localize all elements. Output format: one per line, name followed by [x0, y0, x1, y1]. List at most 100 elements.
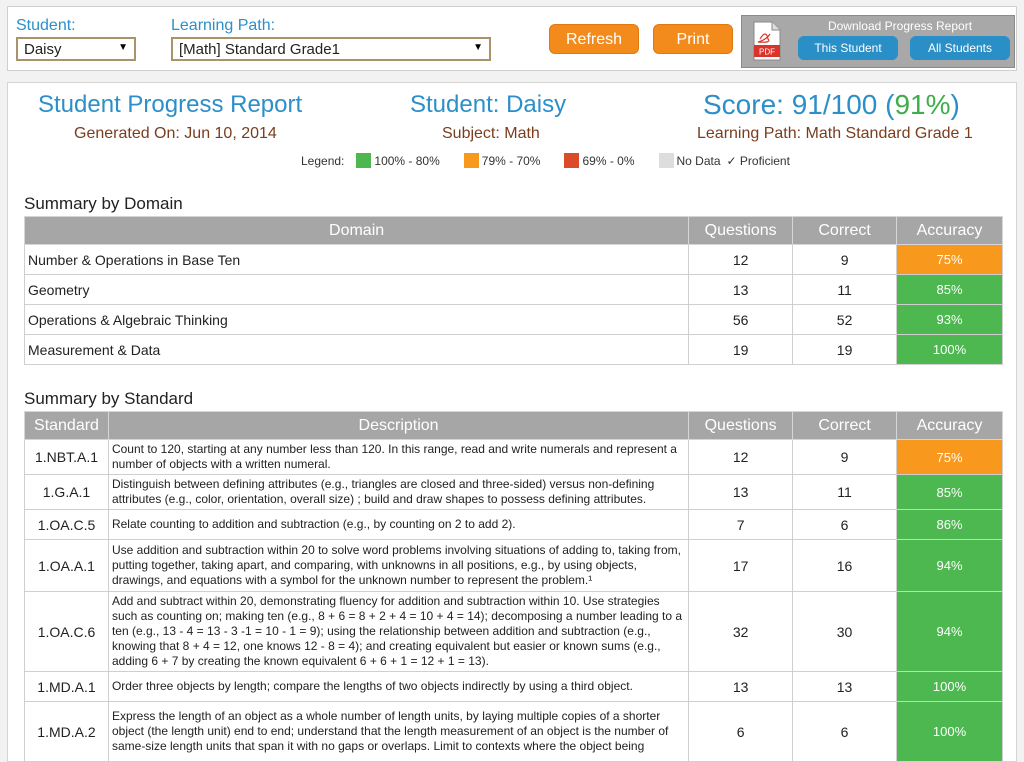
questions-cell: 13: [688, 671, 794, 702]
domain-table-header: Domain Questions Correct Accuracy: [23, 216, 1003, 245]
domain-name: Number & Operations in Base Ten: [23, 244, 690, 275]
student-heading: Student: Daisy: [410, 91, 567, 118]
domain-table: Domain Questions Correct Accuracy Number…: [23, 216, 1003, 365]
download-all-students-button[interactable]: All Students: [910, 36, 1010, 60]
legend-item-label: 79% - 70%: [481, 153, 541, 168]
standard-code: 1.MD.A.2: [24, 701, 109, 762]
questions-cell: 17: [688, 539, 794, 592]
correct-cell: 6: [792, 509, 898, 540]
column-header[interactable]: Standard: [24, 411, 109, 440]
column-header[interactable]: Accuracy: [896, 216, 1003, 245]
legend-swatch-green: [356, 153, 372, 168]
accuracy-cell: 94%: [896, 591, 1003, 672]
student-label: Student:: [16, 17, 76, 34]
standard-description: Use addition and subtraction within 20 t…: [107, 539, 690, 592]
report-title: Student Progress Report: [38, 91, 303, 118]
legend-item-label: 69% - 0%: [582, 153, 635, 168]
questions-cell: 32: [688, 591, 794, 672]
domain-row: Number & Operations in Base Ten 12 9 75%: [23, 244, 1003, 275]
standard-code: 1.OA.C.5: [24, 509, 109, 540]
learning-path-select[interactable]: [Math] Standard Grade1 ▼: [171, 37, 491, 61]
standard-description: Add and subtract within 20, demonstratin…: [107, 591, 690, 672]
report-panel: Student Progress Report Generated On: Ju…: [7, 82, 1017, 762]
domain-name: Geometry: [23, 274, 690, 305]
standard-row: 1.MD.A.2 Express the length of an object …: [24, 701, 1003, 762]
domain-section-title: Summary by Domain: [24, 194, 183, 213]
domain-row: Measurement & Data 19 19 100%: [23, 334, 1003, 365]
legend-item: 69% - 0%: [564, 153, 635, 168]
accuracy-cell: 85%: [896, 474, 1003, 510]
accuracy-cell: 94%: [896, 539, 1003, 592]
download-report-panel: PDF Download Progress Report This Studen…: [741, 15, 1015, 68]
student-select-value: Daisy: [24, 41, 62, 58]
correct-cell: 11: [792, 474, 898, 510]
standard-code: 1.NBT.A.1: [24, 439, 109, 475]
questions-cell: 13: [688, 474, 794, 510]
print-button[interactable]: Print: [653, 24, 733, 54]
questions-cell: 56: [688, 304, 794, 335]
download-title: Download Progress Report: [827, 19, 973, 33]
correct-cell: 11: [792, 274, 898, 305]
standard-description: Express the length of an object as a who…: [107, 701, 690, 762]
standard-row: 1.OA.A.1 Use addition and subtraction wit…: [24, 539, 1003, 592]
standard-section-title: Summary by Standard: [24, 389, 194, 408]
legend-item: 100% - 80%: [356, 153, 440, 168]
accuracy-cell: 93%: [896, 304, 1003, 335]
accuracy-cell: 75%: [896, 439, 1003, 475]
refresh-button[interactable]: Refresh: [549, 24, 639, 54]
legend-swatch-red: [564, 153, 580, 168]
legend-item-label: No Data: [676, 153, 721, 168]
questions-cell: 7: [688, 509, 794, 540]
student-select[interactable]: Daisy ▼: [16, 37, 136, 61]
questions-cell: 6: [688, 701, 794, 762]
correct-cell: 19: [792, 334, 898, 365]
domain-row: Operations & Algebraic Thinking 56 52 93%: [23, 304, 1003, 335]
standard-description: Relate counting to addition and subtract…: [107, 509, 690, 540]
learning-path-label: Learning Path:: [171, 17, 276, 34]
column-header[interactable]: Accuracy: [896, 411, 1003, 440]
standard-description: Order three objects by length; compare t…: [107, 671, 690, 702]
standard-row: 1.OA.C.6 Add and subtract within 20, demo…: [24, 591, 1003, 672]
legend-swatch-gray: [658, 153, 674, 168]
accuracy-cell: 100%: [896, 671, 1003, 702]
dropdown-arrow-icon: ▼: [473, 42, 483, 53]
legend-item: 79% - 70%: [463, 153, 541, 168]
generated-on: Generated On: Jun 10, 2014: [74, 125, 277, 142]
column-header[interactable]: Description: [107, 411, 690, 440]
download-this-student-button[interactable]: This Student: [798, 36, 898, 60]
questions-cell: 19: [688, 334, 794, 365]
questions-cell: 13: [688, 274, 794, 305]
correct-cell: 13: [792, 671, 898, 702]
domain-name: Operations & Algebraic Thinking: [23, 304, 690, 335]
accuracy-cell: 100%: [896, 701, 1003, 762]
questions-cell: 12: [688, 439, 794, 475]
accuracy-cell: 86%: [896, 509, 1003, 540]
correct-cell: 30: [792, 591, 898, 672]
dropdown-arrow-icon: ▼: [118, 42, 128, 53]
column-header[interactable]: Correct: [792, 411, 898, 440]
column-header[interactable]: Correct: [792, 216, 898, 245]
correct-cell: 9: [792, 439, 898, 475]
score-percent: 91%: [894, 89, 951, 120]
score-value: Score: 91/100 (: [703, 89, 895, 120]
domain-name: Measurement & Data: [23, 334, 690, 365]
questions-cell: 12: [688, 244, 794, 275]
standard-description: Distinguish between defining attributes …: [107, 474, 690, 510]
standard-row: 1.OA.C.5 Relate counting to addition and …: [24, 509, 1003, 540]
column-header[interactable]: Questions: [688, 411, 794, 440]
column-header[interactable]: Questions: [688, 216, 794, 245]
standard-code: 1.G.A.1: [24, 474, 109, 510]
standard-row: 1.G.A.1 Distinguish between defining attr…: [24, 474, 1003, 510]
column-header[interactable]: Domain: [23, 216, 690, 245]
standard-row: 1.MD.A.1 Order three objects by length; c…: [24, 671, 1003, 702]
pdf-label: PDF: [759, 48, 775, 57]
standard-code: 1.OA.C.6: [24, 591, 109, 672]
standard-table-header: Standard Description Questions Correct A…: [24, 411, 1003, 440]
score-suffix: ): [950, 89, 960, 120]
legend-swatch-orange: [463, 153, 479, 168]
correct-cell: 16: [792, 539, 898, 592]
standard-row: 1.NBT.A.1 Count to 120, starting at any n…: [24, 439, 1003, 475]
standard-description: Count to 120, starting at any number les…: [107, 439, 690, 475]
correct-cell: 52: [792, 304, 898, 335]
score-heading: Score: 91/100 (91%): [703, 89, 960, 121]
